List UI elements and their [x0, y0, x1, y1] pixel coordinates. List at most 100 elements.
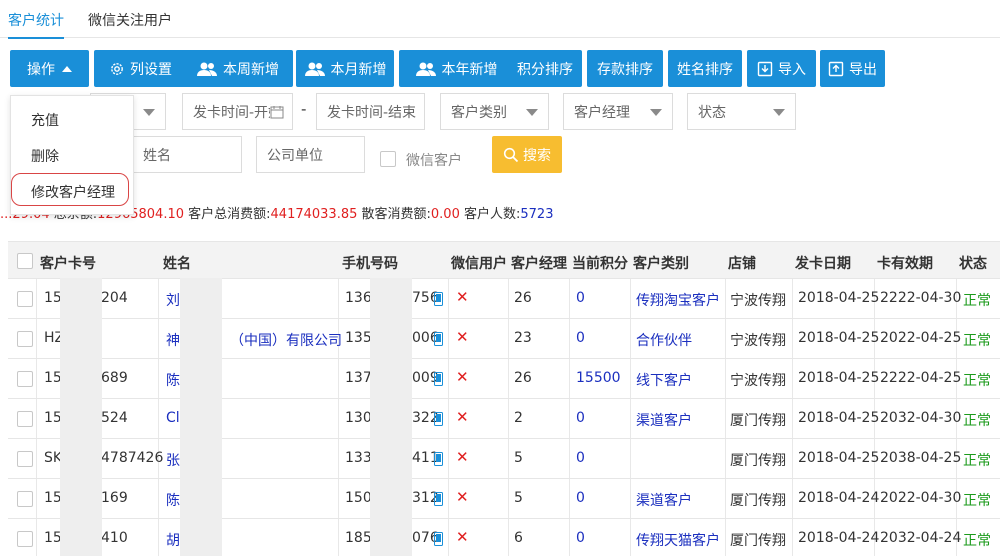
- cell-type[interactable]: 渠道客户: [636, 410, 692, 430]
- cell-name[interactable]: 胡: [166, 530, 180, 550]
- card-time-end-input[interactable]: 发卡时间-结束: [316, 93, 425, 130]
- header-wechat[interactable]: 微信用户: [451, 253, 507, 273]
- cell-name[interactable]: 陈: [166, 370, 180, 390]
- header-card[interactable]: 客户卡号: [40, 253, 96, 273]
- cell-name[interactable]: 张: [166, 450, 180, 470]
- menu-item-change-manager[interactable]: 修改客户经理: [31, 182, 115, 202]
- cell-manager: 26: [514, 290, 532, 306]
- header-points[interactable]: 当前积分: [572, 253, 628, 273]
- menu-item-delete[interactable]: 删除: [31, 146, 59, 166]
- header-issue-date[interactable]: 发卡日期: [795, 253, 851, 273]
- row-checkbox[interactable]: [17, 451, 33, 467]
- cell-name2[interactable]: （中国）有限公司: [230, 330, 342, 350]
- cell-status: 正常: [963, 333, 991, 349]
- select-all-checkbox[interactable]: [17, 253, 33, 269]
- import-button[interactable]: 导入: [747, 50, 816, 87]
- mobile-phone-icon: [434, 412, 443, 426]
- deposit-sort-label: 存款排序: [597, 61, 653, 78]
- customer-manager-select[interactable]: 客户经理: [563, 93, 673, 130]
- cell-points[interactable]: 0: [576, 530, 585, 546]
- cell-type[interactable]: 传翔淘宝客户: [636, 290, 720, 310]
- menu-item-recharge[interactable]: 充值: [31, 110, 59, 130]
- row-checkbox[interactable]: [17, 371, 33, 387]
- cell-name[interactable]: 刘: [166, 290, 180, 310]
- cell-card2: 410: [101, 530, 128, 546]
- cell-manager: 23: [514, 330, 532, 346]
- cell-wechat: ✕: [456, 368, 469, 386]
- table-row[interactable]: 15 410 胡 185 076 ✕ 6 0 传翔天猫客户 厦门传翔 2018-04-24 2032-…: [8, 519, 1000, 556]
- card-time-start-input[interactable]: 发卡时间-开始: [182, 93, 293, 130]
- column-divider: [158, 359, 159, 398]
- table-row[interactable]: SK 4787426 张 133 411 ✕ 5 0 厦门传翔 2018-04-25 2038-04…: [8, 439, 1000, 479]
- header-shop[interactable]: 店铺: [728, 253, 756, 273]
- cell-type[interactable]: 传翔天猫客户: [636, 530, 720, 550]
- cell-points[interactable]: 0: [576, 290, 585, 306]
- row-checkbox[interactable]: [17, 531, 33, 547]
- tab-customer-stats[interactable]: 客户统计: [8, 10, 64, 39]
- tab-wechat-followers[interactable]: 微信关注用户: [88, 10, 172, 30]
- mobile-phone-icon: [434, 492, 443, 506]
- cell-points[interactable]: 0: [576, 410, 585, 426]
- header-type[interactable]: 客户类别: [633, 253, 689, 273]
- search-button[interactable]: 搜索: [492, 136, 562, 173]
- cell-wechat: ✕: [456, 288, 469, 306]
- cell-expire: 2032-04-24: [880, 530, 962, 546]
- cell-phone: 137: [345, 370, 372, 386]
- row-checkbox[interactable]: [17, 491, 33, 507]
- name-sort-button[interactable]: 姓名排序: [668, 50, 742, 87]
- week-new-button[interactable]: 本周新增: [182, 50, 293, 87]
- cell-type[interactable]: 合作伙伴: [636, 330, 692, 350]
- name-input[interactable]: 姓名: [132, 136, 242, 173]
- cell-points[interactable]: 0: [576, 330, 585, 346]
- cell-shop: 宁波传翔: [730, 333, 786, 349]
- cell-phone: 150: [345, 490, 372, 506]
- column-divider: [725, 439, 726, 478]
- mobile-phone-icon: [434, 452, 443, 466]
- header-name[interactable]: 姓名: [163, 253, 191, 273]
- wechat-customer-checkbox[interactable]: [380, 151, 396, 167]
- table-header: 客户卡号 姓名 手机号码 微信用户 客户经理 当前积分 客户类别 店铺 发卡日期…: [8, 241, 1000, 279]
- cell-name[interactable]: 陈: [166, 490, 180, 510]
- cell-name[interactable]: 神: [166, 330, 180, 350]
- header-status[interactable]: 状态: [959, 253, 987, 273]
- cell-points[interactable]: 0: [576, 450, 585, 466]
- column-divider: [36, 399, 37, 438]
- deposit-sort-button[interactable]: 存款排序: [587, 50, 663, 87]
- cell-card2: 524: [101, 410, 128, 426]
- table-row[interactable]: 15 524 Cl 130 322 ✕ 2 0 渠道客户 厦门传翔 2018-04-25 2032-0…: [8, 399, 1000, 439]
- table-row[interactable]: HZ 神（中国）有限公司 135 006 ✕ 23 0 合作伙伴 宁波传翔 2018-04-25 2…: [8, 319, 1000, 359]
- cell-manager: 26: [514, 370, 532, 386]
- column-divider: [792, 439, 793, 478]
- column-divider: [630, 319, 631, 358]
- month-new-button[interactable]: 本月新增: [296, 50, 394, 87]
- export-button[interactable]: 导出: [820, 50, 885, 87]
- column-divider: [508, 479, 509, 518]
- cell-issue: 2018-04-25: [798, 290, 880, 306]
- cell-type[interactable]: 线下客户: [636, 370, 692, 390]
- cell-name[interactable]: Cl: [166, 410, 180, 426]
- row-checkbox[interactable]: [17, 411, 33, 427]
- column-divider: [448, 519, 449, 556]
- header-manager[interactable]: 客户经理: [511, 253, 567, 273]
- column-divider: [630, 439, 631, 478]
- row-checkbox[interactable]: [17, 331, 33, 347]
- column-divider: [569, 439, 570, 478]
- cell-type[interactable]: 渠道客户: [636, 490, 692, 510]
- table-row[interactable]: 15 689 陈 137 009 ✕ 26 15500 线下客户 宁波传翔 2018-04-25 22…: [8, 359, 1000, 399]
- table-row[interactable]: 15 204 刘 136 756 ✕ 26 0 传翔淘宝客户 宁波传翔 2018-04-25 2222…: [8, 279, 1000, 319]
- cell-phone: 185: [345, 530, 372, 546]
- header-phone[interactable]: 手机号码: [342, 253, 398, 273]
- cell-points[interactable]: 15500: [576, 370, 621, 386]
- cell-points[interactable]: 0: [576, 490, 585, 506]
- status-select[interactable]: 状态: [687, 93, 796, 130]
- customer-type-select[interactable]: 客户类别: [440, 93, 549, 130]
- points-sort-button[interactable]: 积分排序: [508, 50, 582, 87]
- row-checkbox[interactable]: [17, 291, 33, 307]
- year-new-button[interactable]: 本年新增: [399, 50, 513, 87]
- name-placeholder: 姓名: [143, 147, 171, 164]
- operate-button[interactable]: 操作: [10, 50, 89, 87]
- header-expire-date[interactable]: 卡有效期: [877, 253, 933, 273]
- company-input[interactable]: 公司单位: [256, 136, 365, 173]
- table-row[interactable]: 15 169 陈 150 312 ✕ 5 0 渠道客户 厦门传翔 2018-04-24 2022-04…: [8, 479, 1000, 519]
- column-settings-button[interactable]: 列设置: [94, 50, 187, 87]
